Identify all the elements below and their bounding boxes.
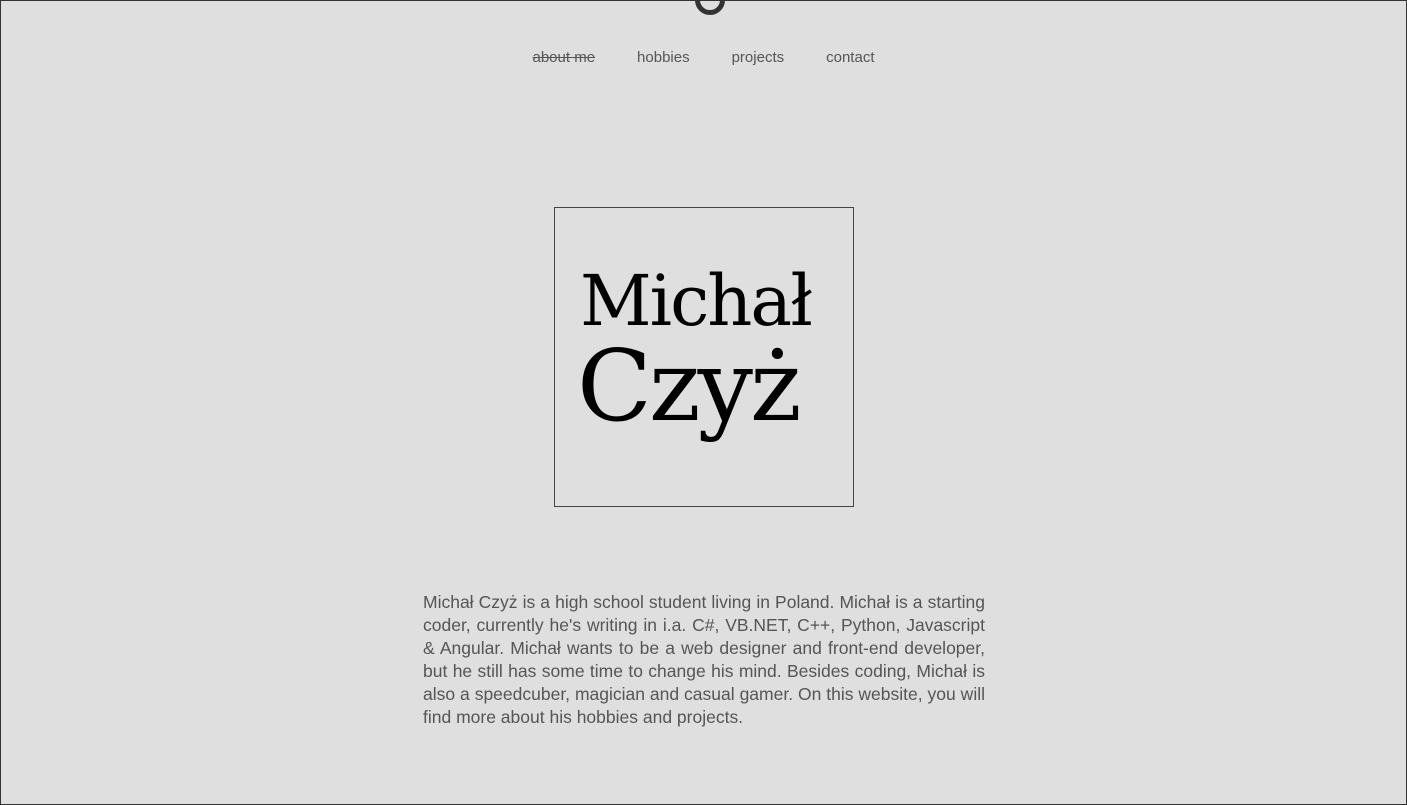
logo-last-name: Czyż bbox=[577, 330, 802, 444]
nav-hobbies[interactable]: hobbies bbox=[637, 49, 690, 66]
nav-contact[interactable]: contact bbox=[826, 49, 874, 66]
bio-text: Michał Czyż is a high school student liv… bbox=[423, 592, 985, 727]
nav-projects[interactable]: projects bbox=[732, 49, 785, 66]
nav-about-me[interactable]: about me bbox=[533, 49, 596, 66]
main-nav: about me hobbies projects contact bbox=[1, 49, 1406, 66]
name-logo-box: Michał Czyż bbox=[554, 207, 854, 507]
site-logo-icon[interactable] bbox=[695, 0, 725, 15]
